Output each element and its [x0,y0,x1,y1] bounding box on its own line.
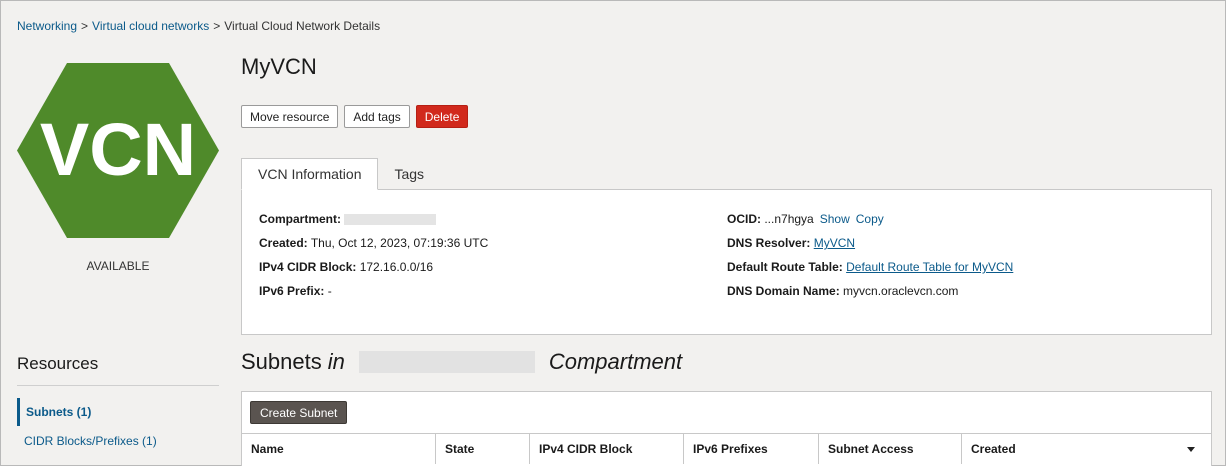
ocid-copy-link[interactable]: Copy [856,212,884,226]
add-tags-button[interactable]: Add tags [344,105,410,128]
breadcrumb-separator: > [81,19,89,33]
dns-resolver-link[interactable]: MyVCN [814,236,855,250]
column-header-created[interactable]: Created [962,434,1211,464]
create-subnet-button[interactable]: Create Subnet [250,401,348,424]
breadcrumb-networking[interactable]: Networking [17,19,77,33]
resource-item-cidr-blocks[interactable]: CIDR Blocks/Prefixes (1) [17,434,157,448]
column-header-ipv4-cidr[interactable]: IPv4 CIDR Block [530,434,684,464]
column-header-subnet-access[interactable]: Subnet Access [819,434,962,464]
compartment-row: Compartment: [259,211,488,235]
created-row: Created: Thu, Oct 12, 2023, 07:19:36 UTC [259,235,488,259]
move-resource-button[interactable]: Move resource [241,105,339,128]
redacted-compartment [344,214,437,226]
breadcrumb-current: Virtual Cloud Network Details [224,19,381,33]
ocid-row: OCID: ...n7hgya Show Copy [727,211,1013,235]
info-right-column: OCID: ...n7hgya Show Copy DNS Resolver: My… [727,211,1013,307]
breadcrumb-separator: > [213,19,221,33]
route-table-link[interactable]: Default Route Table for MyVCN [846,260,1013,274]
breadcrumb: Networking > Virtual cloud networks > Virtua… [17,19,380,33]
detail-tabs: VCN Information Tags [241,158,440,190]
ocid-value: ...n7hgya [764,212,814,226]
column-header-name[interactable]: Name [242,434,436,464]
column-header-state[interactable]: State [436,434,530,464]
breadcrumb-virtual-cloud-networks[interactable]: Virtual cloud networks [92,19,209,33]
vcn-hexagon-icon: VCN [17,63,219,238]
subnets-title: Subnets [241,349,322,374]
redacted-compartment-name [358,351,535,373]
vcn-icon-text: VCN [40,108,196,191]
status-label: AVAILABLE [86,259,150,273]
ipv4-value: 172.16.0.0/16 [359,260,434,274]
ipv6-label: IPv6 Prefix: [259,284,325,298]
vcn-information-panel: Compartment: Created: Thu, Oct 12, 2023,… [241,189,1212,335]
column-header-ipv6-prefixes[interactable]: IPv6 Prefixes [684,434,819,464]
dns-resolver-row: DNS Resolver: MyVCN [727,235,1013,259]
route-table-row: Default Route Table: Default Route Table… [727,259,1013,283]
ipv6-row: IPv6 Prefix: - [259,283,488,307]
created-label: Created: [259,236,308,250]
subnets-in-word: in [327,349,345,374]
dns-domain-label: DNS Domain Name: [727,284,840,298]
created-value: Thu, Oct 12, 2023, 07:19:36 UTC [310,236,489,250]
resource-item-subnets[interactable]: Subnets (1) [17,398,91,426]
subnets-heading: Subnets in Compartment [241,349,688,375]
table-header: Name State IPv4 CIDR Block IPv6 Prefixes… [242,433,1211,464]
ipv4-row: IPv4 CIDR Block: 172.16.0.0/16 [259,259,488,283]
ocid-show-link[interactable]: Show [820,212,850,226]
delete-button[interactable]: Delete [415,105,469,128]
ocid-label: OCID: [727,212,761,226]
resources-title: Resources [17,354,99,373]
info-left-column: Compartment: Created: Thu, Oct 12, 2023,… [259,211,488,307]
dns-domain-row: DNS Domain Name: myvcn.oraclevcn.com [727,283,1013,307]
dns-domain-value: myvcn.oraclevcn.com [843,284,959,298]
subnets-compartment-word: Compartment [548,349,683,374]
subnets-table: Create Subnet Name State IPv4 CIDR Block… [241,391,1212,466]
route-table-label: Default Route Table: [727,260,843,274]
tab-tags[interactable]: Tags [378,158,440,190]
compartment-label: Compartment: [259,212,342,226]
page-title: MyVCN [241,54,317,79]
resources-divider [17,385,219,386]
ipv6-value: - [327,284,332,298]
column-header-created-label: Created [971,442,1016,456]
tab-vcn-information[interactable]: VCN Information [241,158,379,190]
ipv4-label: IPv4 CIDR Block: [259,260,357,274]
sort-caret-icon[interactable] [1187,447,1195,452]
action-bar: Move resource Add tags Delete [241,105,469,128]
dns-resolver-label: DNS Resolver: [727,236,811,250]
